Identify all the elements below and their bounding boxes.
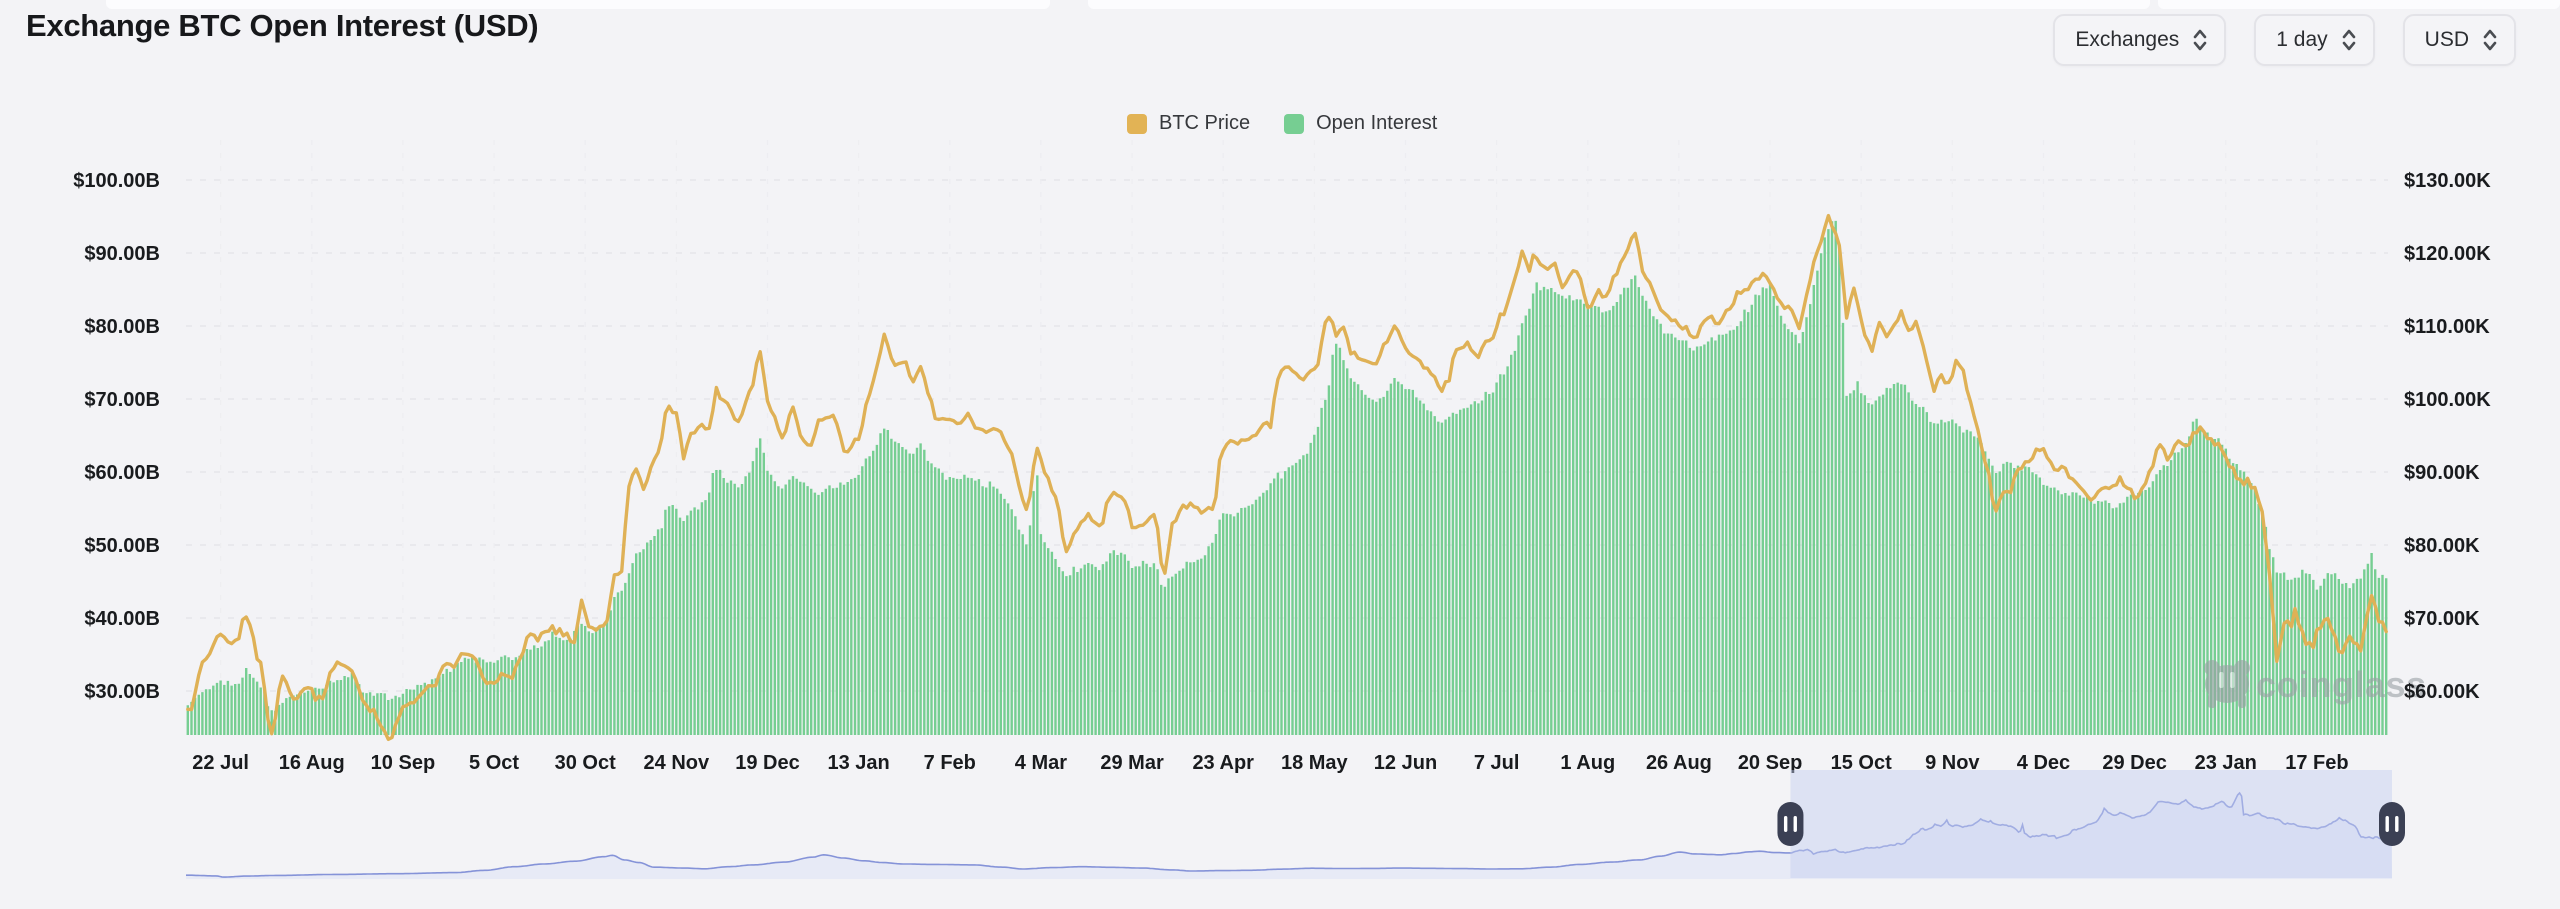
x-axis-tick: 7 Feb (924, 752, 976, 774)
navigator-right-handle[interactable] (2379, 802, 2405, 846)
right-axis-tick: $100.00K (2404, 389, 2491, 411)
navigator-selection[interactable] (1790, 770, 2392, 878)
left-axis-tick: $70.00B (84, 389, 160, 411)
right-axis-tick: $70.00K (2404, 608, 2480, 630)
left-axis-tick: $50.00B (84, 535, 160, 557)
left-axis-tick: $90.00B (84, 243, 160, 265)
right-axis-tick: $110.00K (2404, 316, 2490, 338)
left-axis-tick: $80.00B (84, 316, 160, 338)
right-axis-tick: $90.00K (2404, 462, 2480, 484)
x-axis-tick: 29 Mar (1100, 752, 1164, 774)
x-axis-tick: 18 May (1281, 752, 1349, 774)
x-axis-tick: 23 Apr (1192, 752, 1254, 774)
main-chart[interactable]: coinglass$100.00B$90.00B$80.00B$70.00B$6… (0, 0, 2560, 909)
left-axis-tick: $40.00B (84, 608, 160, 630)
x-axis-tick: 4 Mar (1015, 752, 1067, 774)
left-axis-tick: $30.00B (84, 681, 160, 703)
x-axis-tick: 16 Aug (279, 752, 345, 774)
x-axis-tick: 19 Dec (735, 752, 800, 774)
x-axis-tick: 30 Oct (555, 752, 616, 774)
left-axis-tick: $60.00B (84, 462, 160, 484)
plot-area[interactable] (186, 140, 2388, 735)
x-axis-tick: 26 Aug (1646, 752, 1712, 774)
right-axis-tick: $130.00K (2404, 170, 2491, 192)
x-axis-tick: 13 Jan (827, 752, 889, 774)
right-axis-tick: $120.00K (2404, 243, 2491, 265)
left-axis-tick: $100.00B (73, 170, 160, 192)
x-axis-tick: 24 Nov (644, 752, 710, 774)
x-axis-tick: 10 Sep (371, 752, 435, 774)
right-axis-tick: $80.00K (2404, 535, 2480, 557)
navigator-left-handle[interactable] (1777, 802, 1803, 846)
x-axis-tick: 12 Jun (1374, 752, 1437, 774)
x-axis-tick: 7 Jul (1474, 752, 1520, 774)
right-axis-tick: $60.00K (2404, 681, 2480, 703)
x-axis-tick: 22 Jul (192, 752, 249, 774)
x-axis-tick: 5 Oct (469, 752, 519, 774)
x-axis-tick: 1 Aug (1560, 752, 1615, 774)
